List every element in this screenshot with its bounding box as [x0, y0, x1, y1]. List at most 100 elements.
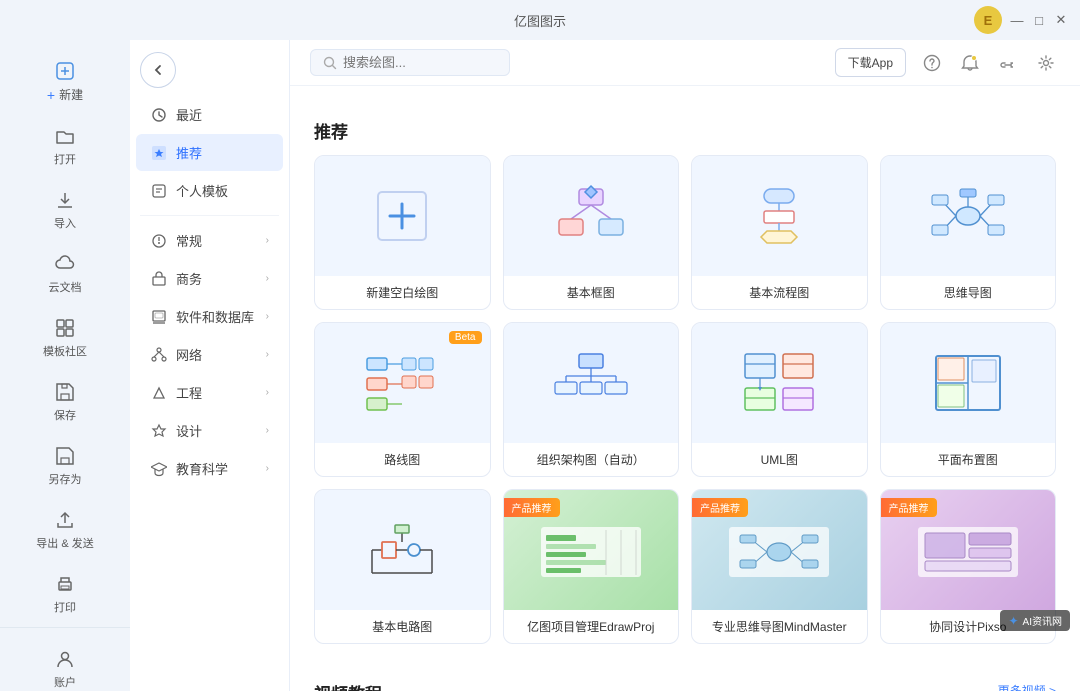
engineering-arrow: › [266, 387, 269, 398]
share-icon[interactable] [994, 49, 1022, 77]
watermark: ✦ AI资讯网 [1000, 610, 1070, 631]
watermark-text: AI资讯网 [1023, 613, 1062, 628]
personal-icon [150, 182, 168, 200]
search-input[interactable] [343, 55, 493, 70]
sidebar-item-save[interactable]: 保存 [8, 371, 122, 433]
main-inner: 推荐 新建空白绘图 [290, 86, 1080, 691]
search-icon [323, 56, 337, 70]
saveas-label: 另存为 [49, 471, 82, 487]
back-button[interactable] [140, 52, 176, 88]
template-card-circuit[interactable]: 基本电路图 [314, 489, 491, 644]
template-card-edrawproj[interactable]: 产品推荐 亿图项目管理EdrawPr [503, 489, 680, 644]
nav-item-business[interactable]: 商务 › [136, 260, 283, 297]
template-card-img-basic-frame [504, 156, 679, 276]
recommend-icon [150, 144, 168, 162]
template-card-floor-plan[interactable]: 平面布置图 [880, 322, 1057, 477]
template-grid: 新建空白绘图 基本框图 [314, 155, 1056, 644]
maximize-button[interactable]: □ [1032, 13, 1046, 27]
education-icon [150, 460, 168, 478]
template-card-img-circuit [315, 490, 490, 610]
template-card-img-mindmap [881, 156, 1056, 276]
nav-engineering-label: 工程 [176, 383, 202, 402]
nav-item-personal[interactable]: 个人模板 [136, 172, 283, 209]
search-box[interactable] [310, 49, 510, 76]
template-card-img-basic-flow [692, 156, 867, 276]
template-card-img-uml [692, 323, 867, 443]
nav-design-label: 设计 [176, 421, 202, 440]
minimize-button[interactable]: — [1010, 13, 1024, 27]
template-card-label-basic-flow: 基本流程图 [692, 276, 867, 309]
design-icon [150, 422, 168, 440]
nav-item-engineering[interactable]: 工程 › [136, 374, 283, 411]
network-arrow: › [266, 349, 269, 360]
software-arrow: › [266, 311, 269, 322]
print-icon [54, 573, 76, 595]
notification-icon[interactable] [956, 49, 984, 77]
template-card-label-uml: UML图 [692, 443, 867, 476]
sidebar-item-open[interactable]: 打开 [8, 115, 122, 177]
sidebar-item-import[interactable]: 导入 [8, 179, 122, 241]
main-topbar: 下载App [290, 40, 1080, 86]
sidebar-item-template[interactable]: 模板社区 [8, 307, 122, 369]
close-button[interactable]: ✕ [1054, 13, 1068, 27]
mid-nav: 最近 推荐 个人模板 常规 › 商务 › [130, 40, 290, 691]
template-card-mindmap[interactable]: 思维导图 [880, 155, 1057, 310]
template-card-route[interactable]: Beta [314, 322, 491, 477]
sidebar-item-cloud[interactable]: 云文档 [8, 243, 122, 305]
template-card-org-auto[interactable]: 组织架构图（自动） [503, 322, 680, 477]
video-title: 视频教程 [314, 680, 382, 691]
main-actions: 下载App [835, 48, 1060, 77]
network-icon [150, 346, 168, 364]
nav-item-software[interactable]: 软件和数据库 › [136, 298, 283, 335]
export-label: 导出 & 发送 [36, 535, 93, 551]
software-icon [150, 308, 168, 326]
download-app-button[interactable]: 下载App [835, 48, 906, 77]
badge-beta: Beta [449, 331, 482, 344]
sidebar-item-new[interactable]: +新建 [8, 50, 122, 113]
nav-item-recent[interactable]: 最近 [136, 96, 283, 133]
template-card-basic-frame[interactable]: 基本框图 [503, 155, 680, 310]
nav-network-label: 网络 [176, 345, 202, 364]
template-card-basic-flow[interactable]: 基本流程图 [691, 155, 868, 310]
sidebar-item-account[interactable]: 账户 [16, 638, 114, 691]
sidebar-item-print[interactable]: 打印 [8, 563, 122, 625]
account-icon [54, 648, 76, 670]
template-card-new-blank[interactable]: 新建空白绘图 [314, 155, 491, 310]
titlebar: 亿图图示 E — □ ✕ [0, 0, 1080, 40]
gear-icon[interactable] [1032, 49, 1060, 77]
user-avatar[interactable]: E [974, 6, 1002, 34]
left-sidebar-top: +新建 打开 导入 云文档 [0, 48, 130, 627]
recommend-title: 推荐 [314, 118, 1056, 143]
nav-item-general[interactable]: 常规 › [136, 222, 283, 259]
nav-item-recommend[interactable]: 推荐 [136, 134, 283, 171]
template-card-img-route: Beta [315, 323, 490, 443]
design-arrow: › [266, 425, 269, 436]
business-arrow: › [266, 273, 269, 284]
sidebar-item-saveas[interactable]: 另存为 [8, 435, 122, 497]
template-card-img-pixso: 产品推荐 [881, 490, 1056, 610]
nav-general-label: 常规 [176, 231, 202, 250]
question-icon[interactable] [918, 49, 946, 77]
app-title: 亿图图示 [514, 11, 566, 30]
saveas-icon [54, 445, 76, 467]
template-card-mindmaster[interactable]: 产品推荐 专业思维导图MindMaster [691, 489, 868, 644]
sidebar-item-export[interactable]: 导出 & 发送 [8, 499, 122, 561]
import-icon [54, 189, 76, 211]
template-card-uml[interactable]: UML图 [691, 322, 868, 477]
nav-item-education[interactable]: 教育科学 › [136, 450, 283, 487]
template-card-img-new-blank [315, 156, 490, 276]
education-arrow: › [266, 463, 269, 474]
cloud-icon [54, 253, 76, 275]
action-icons [918, 49, 1060, 77]
save-label: 保存 [54, 407, 76, 423]
nav-item-network[interactable]: 网络 › [136, 336, 283, 373]
nav-education-label: 教育科学 [176, 459, 228, 478]
template-card-label-basic-frame: 基本框图 [504, 276, 679, 309]
more-video-link[interactable]: 更多视频 > [998, 682, 1056, 691]
template-card-label-floor-plan: 平面布置图 [881, 443, 1056, 476]
nav-item-design[interactable]: 设计 › [136, 412, 283, 449]
new-icon [54, 60, 76, 82]
general-icon [150, 232, 168, 250]
template-card-label-org-auto: 组织架构图（自动） [504, 443, 679, 476]
template-card-label-circuit: 基本电路图 [315, 610, 490, 643]
